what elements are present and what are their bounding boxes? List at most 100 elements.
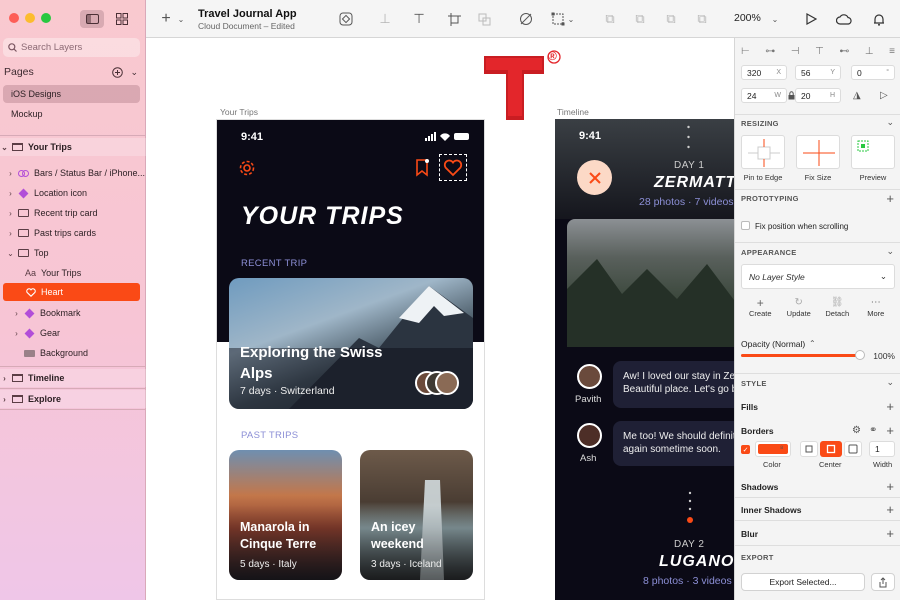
layer-row-your-trips-text[interactable]: Aa Your Trips [0,264,146,282]
canvas[interactable]: ® Your Trips Timeline 9:41 YOUR TRIPS RE… [146,38,734,600]
sidebar-toggle-button[interactable] [80,10,104,28]
maximize-window-button[interactable] [41,13,51,23]
timeline-photo[interactable] [567,219,734,347]
cloud-button[interactable] [836,11,852,27]
add-blur-icon[interactable]: + [886,527,894,540]
chevron-right-icon[interactable]: › [6,209,15,218]
frame-button[interactable] [446,11,462,27]
align-middle-icon[interactable]: ⊷ [839,46,849,57]
chevron-right-icon[interactable]: › [6,189,15,198]
chevron-right-icon[interactable]: › [12,329,21,338]
create-symbol-button[interactable] [338,11,354,27]
transform-menu-button[interactable]: ⌄ [566,11,576,27]
align-top-icon[interactable]: ⊤ [815,46,824,57]
border-styles-icon[interactable]: ⚭ [869,425,877,436]
border-enabled-checkbox[interactable]: ✓ [741,445,750,454]
zoom-menu-button[interactable]: ⌄ [770,11,780,27]
height-field[interactable]: 20 H [795,88,841,103]
x-field[interactable]: 320 X [741,65,787,80]
chevron-right-icon[interactable]: › [0,374,9,383]
layer-row-heart[interactable]: Heart [3,283,140,301]
share-button[interactable] [871,573,895,591]
opacity-label[interactable]: Opacity (Normal) [741,339,805,349]
zoom-level[interactable]: 200% [734,12,761,24]
update-style-button[interactable]: ↻ Update [780,297,818,318]
subtract-button[interactable]: ⧉ [632,11,648,27]
add-border-icon[interactable]: + [886,424,894,437]
layer-row-gear[interactable]: › Gear [0,324,146,342]
align-left-icon[interactable]: ⊢ [741,46,750,57]
distribute-button[interactable]: ⊤ [411,11,427,27]
layer-row-location-icon[interactable]: › Location icon [0,184,146,202]
border-color-well[interactable] [755,441,791,457]
border-center-button[interactable] [820,441,842,457]
artboard-timeline[interactable]: 9:41 DAY 1 ZERMATT 28 photos · 7 videos … [555,119,734,600]
close-button[interactable] [577,160,612,195]
chevron-down-icon[interactable]: ⌄ [130,67,138,78]
add-prototyping-icon[interactable]: + [886,192,894,205]
union-button[interactable]: ⧉ [602,11,618,27]
width-field[interactable]: 24 W [741,88,787,103]
flip-horizontal-icon[interactable]: ◮ [853,90,861,101]
add-page-icon[interactable] [112,66,124,78]
gear-icon[interactable] [238,159,256,177]
detach-style-button[interactable]: ⛓ Detach [818,297,856,318]
chevron-right-icon[interactable]: › [0,395,9,404]
mask-button[interactable] [476,11,492,27]
create-style-button[interactable]: + Create [741,297,779,318]
opacity-field[interactable]: 100% [869,348,895,363]
layer-row-top[interactable]: ⌄ Top [0,244,146,262]
document-title[interactable]: Travel Journal App [198,8,297,20]
align-center-icon[interactable]: ⊶ [765,46,775,57]
add-fill-icon[interactable]: + [886,400,894,413]
bookmark-icon[interactable] [415,159,429,177]
rotation-field[interactable]: 0 ° [851,65,895,80]
layer-search[interactable] [3,38,140,57]
page-item-mockup[interactable]: Mockup [3,105,140,123]
opacity-handle[interactable] [855,350,865,360]
border-outside-button[interactable] [844,441,862,457]
flip-vertical-icon[interactable]: ▷ [880,90,888,101]
pin-to-edge-control[interactable] [741,135,785,169]
recent-trip-card[interactable]: Exploring the Swiss Alps 7 days · Switze… [229,278,473,409]
artboard-your-trips[interactable]: 9:41 YOUR TRIPS RECENT TRIP Exploring th… [216,119,485,600]
align-bottom-icon[interactable]: ⊥ [865,46,874,57]
intersect-button[interactable]: ⧉ [663,11,679,27]
y-field[interactable]: 56 Y [795,65,841,80]
components-view-button[interactable] [110,10,134,28]
layer-row-bookmark[interactable]: › Bookmark [0,304,146,322]
color-dropdown-icon[interactable]: ⁸ [780,444,783,453]
fix-position-checkbox[interactable] [741,221,750,230]
preview-button[interactable] [803,11,819,27]
distribute-icon[interactable]: ≡ [889,46,895,57]
align-bottom-button[interactable]: ⊥ [377,11,393,27]
layer-row-recent-trip-card[interactable]: › Recent trip card [0,204,146,222]
minimize-window-button[interactable] [25,13,35,23]
add-inner-shadow-icon[interactable]: + [886,503,894,516]
insert-menu-button[interactable]: ⌄ [176,11,186,27]
chevron-down-icon[interactable]: ⌄ [6,249,15,258]
opacity-stepper-icon[interactable]: ⌃ [809,339,816,348]
add-shadow-icon[interactable]: + [886,480,894,493]
layer-row-timeline[interactable]: › Timeline [0,369,146,387]
search-input[interactable] [21,42,131,53]
chevron-right-icon[interactable]: › [12,309,21,318]
chevron-right-icon[interactable]: › [6,229,15,238]
layer-row-explore[interactable]: › Explore [0,390,146,408]
layer-row-status-bar[interactable]: › Bars / Status Bar / iPhone... [0,164,146,182]
transform-button[interactable] [550,11,566,27]
border-inside-button[interactable] [800,441,818,457]
align-right-icon[interactable]: ⊣ [791,46,800,57]
chevron-down-icon[interactable]: ⌄ [886,246,894,257]
fix-size-control[interactable] [796,135,840,169]
opacity-slider[interactable] [741,350,865,360]
artboard-label-timeline[interactable]: Timeline [557,107,589,117]
layer-row-background[interactable]: Background [0,344,146,362]
insert-button[interactable]: + [158,10,174,27]
layer-row-past-trips-cards[interactable]: › Past trips cards [0,224,146,242]
past-trip-card[interactable]: An icey weekend 3 days · Iceland [360,450,473,580]
heart-icon[interactable] [443,159,463,177]
hide-layer-button[interactable] [518,11,534,27]
export-selected-button[interactable]: Export Selected... [741,573,865,591]
lock-icon[interactable] [788,91,795,100]
